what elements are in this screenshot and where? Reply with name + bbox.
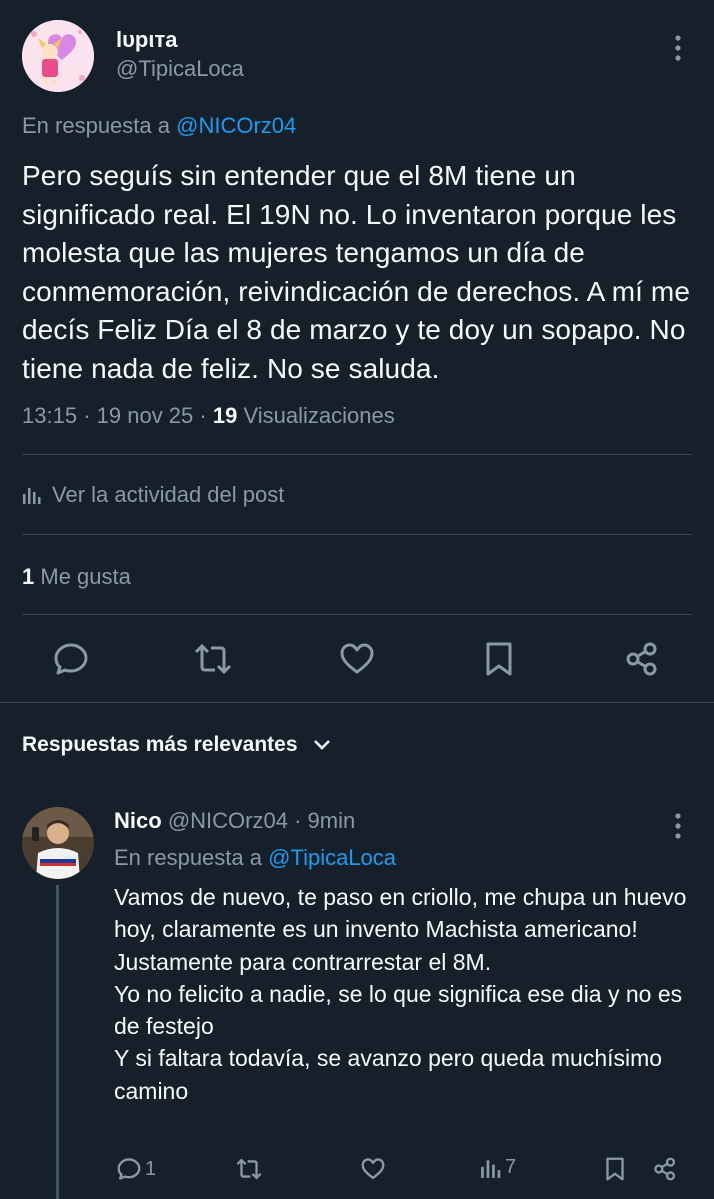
- likes-label: Me gusta: [40, 564, 131, 589]
- reply-author-avatar[interactable]: [22, 807, 94, 879]
- more-options-icon[interactable]: [666, 34, 690, 62]
- reply-author-handle[interactable]: @NICOrz04: [168, 808, 288, 833]
- reply-author-name[interactable]: Nico: [114, 808, 162, 833]
- reply-line: Vamos de nuevo, te paso en criollo, me c…: [114, 884, 687, 943]
- likes-summary[interactable]: 1 Me gusta: [22, 564, 131, 590]
- divider: [22, 614, 692, 615]
- reply-bookmark-button[interactable]: [603, 1156, 627, 1182]
- reply-reply-context: En respuesta a @TipicaLoca: [114, 845, 397, 870]
- bookmark-icon: [603, 1156, 627, 1182]
- reply-icon[interactable]: [52, 640, 90, 678]
- section-divider: [0, 702, 714, 703]
- reply-time[interactable]: 9min: [308, 808, 356, 833]
- reply-views-count: 7: [505, 1156, 517, 1178]
- reply-line: Yo no felicito a nadie, se lo que signif…: [114, 980, 683, 1040]
- reply-header: Nico @NICOrz04 · 9min: [114, 808, 356, 833]
- reply-views-button[interactable]: 7: [480, 1156, 516, 1179]
- reply-repost-button[interactable]: [234, 1156, 264, 1182]
- reply-reply-button[interactable]: 1: [116, 1156, 156, 1182]
- author-avatar[interactable]: [22, 20, 94, 92]
- analytics-icon: [22, 485, 42, 505]
- like-icon[interactable]: [338, 640, 376, 678]
- reply-context: En respuesta a @NICOrz04: [22, 113, 296, 139]
- likes-count: 1: [22, 564, 35, 589]
- reply-like-button[interactable]: [359, 1156, 387, 1182]
- divider: [22, 534, 692, 535]
- divider: [22, 454, 692, 455]
- share-icon[interactable]: [623, 640, 661, 678]
- bookmark-icon[interactable]: [482, 640, 516, 678]
- reply-line: Y si faltara todavía, se avanzo pero que…: [114, 1045, 663, 1104]
- analytics-icon: [480, 1157, 502, 1179]
- reply-icon: [116, 1156, 142, 1182]
- share-icon: [652, 1156, 678, 1182]
- reply-prefix: En respuesta a: [22, 113, 170, 138]
- post-meta: 13:15 · 19 nov 25 · 19 Visualizaciones: [22, 403, 395, 428]
- reply-count: 1: [145, 1157, 157, 1180]
- like-icon: [359, 1156, 387, 1182]
- chevron-down-icon: [312, 738, 332, 752]
- views-label: Visualizaciones: [243, 403, 395, 428]
- post-date[interactable]: 19 nov 25: [97, 403, 194, 428]
- author-name[interactable]: lυpιтa: [116, 27, 177, 53]
- replies-sort-dropdown[interactable]: Respuestas más relevantes: [22, 733, 332, 757]
- reply-to-link[interactable]: @NICOrz04: [176, 113, 296, 138]
- post-time[interactable]: 13:15: [22, 403, 77, 428]
- reply-share-button[interactable]: [652, 1156, 678, 1182]
- repost-icon: [234, 1156, 264, 1182]
- reply-line: Justamente para contrarrestar el 8M.: [114, 948, 492, 975]
- reply-text: Vamos de nuevo, te paso en criollo, me c…: [114, 881, 704, 1107]
- reply-to-link[interactable]: @TipicaLoca: [268, 845, 396, 870]
- activity-label: Ver la actividad del post: [52, 482, 285, 507]
- reply-more-options-icon[interactable]: [666, 812, 690, 840]
- thread-line: [56, 885, 59, 1199]
- replies-sort-label: Respuestas más relevantes: [22, 733, 298, 756]
- repost-icon[interactable]: [193, 640, 233, 678]
- post-text: Pero seguís sin entender que el 8M tiene…: [22, 160, 690, 384]
- post-activity-link[interactable]: Ver la actividad del post: [22, 482, 284, 508]
- author-handle[interactable]: @TipicaLoca: [116, 56, 244, 82]
- views-count: 19: [212, 403, 238, 428]
